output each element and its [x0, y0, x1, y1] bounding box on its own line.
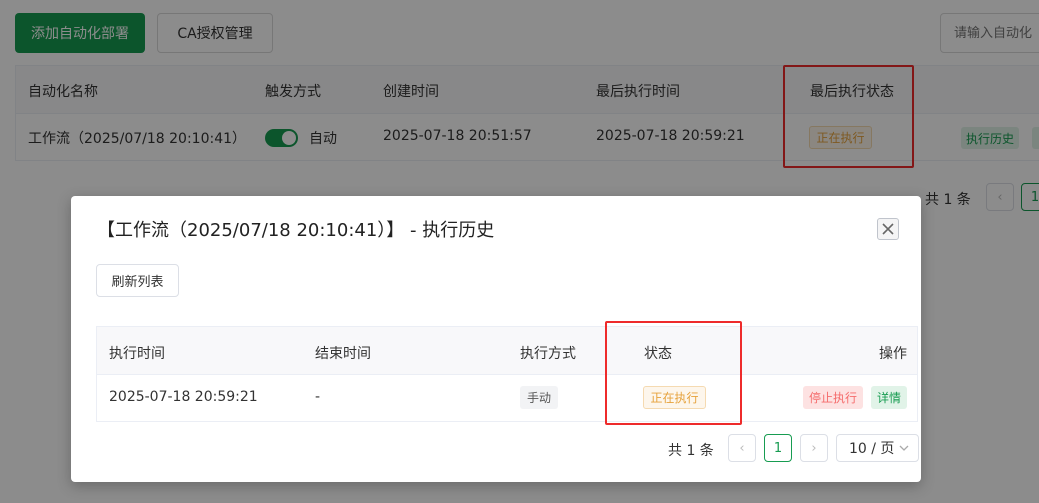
prev-page-button[interactable]: ‹ [728, 434, 756, 462]
chevron-left-icon: ‹ [739, 440, 745, 456]
page-size-select[interactable]: 10 / 页 [836, 434, 919, 462]
history-table: 执行时间 结束时间 执行方式 状态 操作 2025-07-18 20:59:21… [96, 326, 918, 422]
chevron-right-icon: › [811, 440, 817, 456]
next-page-button[interactable]: › [800, 434, 828, 462]
row-end-time: - [315, 389, 321, 405]
header-exec-mode: 执行方式 [520, 346, 576, 362]
page-size-value: 10 / 页 [849, 441, 895, 457]
page-number-button[interactable]: 1 [764, 434, 792, 462]
table-header: 执行时间 结束时间 执行方式 状态 操作 [97, 327, 917, 375]
row-start-time: 2025-07-18 20:59:21 [109, 389, 258, 405]
close-icon [882, 223, 894, 235]
detail-button[interactable]: 详情 [871, 386, 907, 409]
highlight-box-status [605, 321, 742, 425]
close-button[interactable] [877, 218, 899, 240]
exec-mode-badge: 手动 [520, 386, 558, 409]
refresh-list-button[interactable]: 刷新列表 [96, 264, 179, 297]
chevron-down-icon [899, 445, 909, 451]
dialog-title: 【工作流（2025/07/18 20:10:41）】 - 执行历史 [97, 220, 495, 241]
pagination-total: 共 1 条 [668, 443, 714, 459]
header-start-time: 执行时间 [109, 346, 165, 362]
header-actions: 操作 [879, 346, 907, 362]
stop-execution-button[interactable]: 停止执行 [803, 386, 863, 409]
header-end-time: 结束时间 [315, 346, 371, 362]
history-dialog: 【工作流（2025/07/18 20:10:41）】 - 执行历史 刷新列表 执… [71, 196, 921, 482]
